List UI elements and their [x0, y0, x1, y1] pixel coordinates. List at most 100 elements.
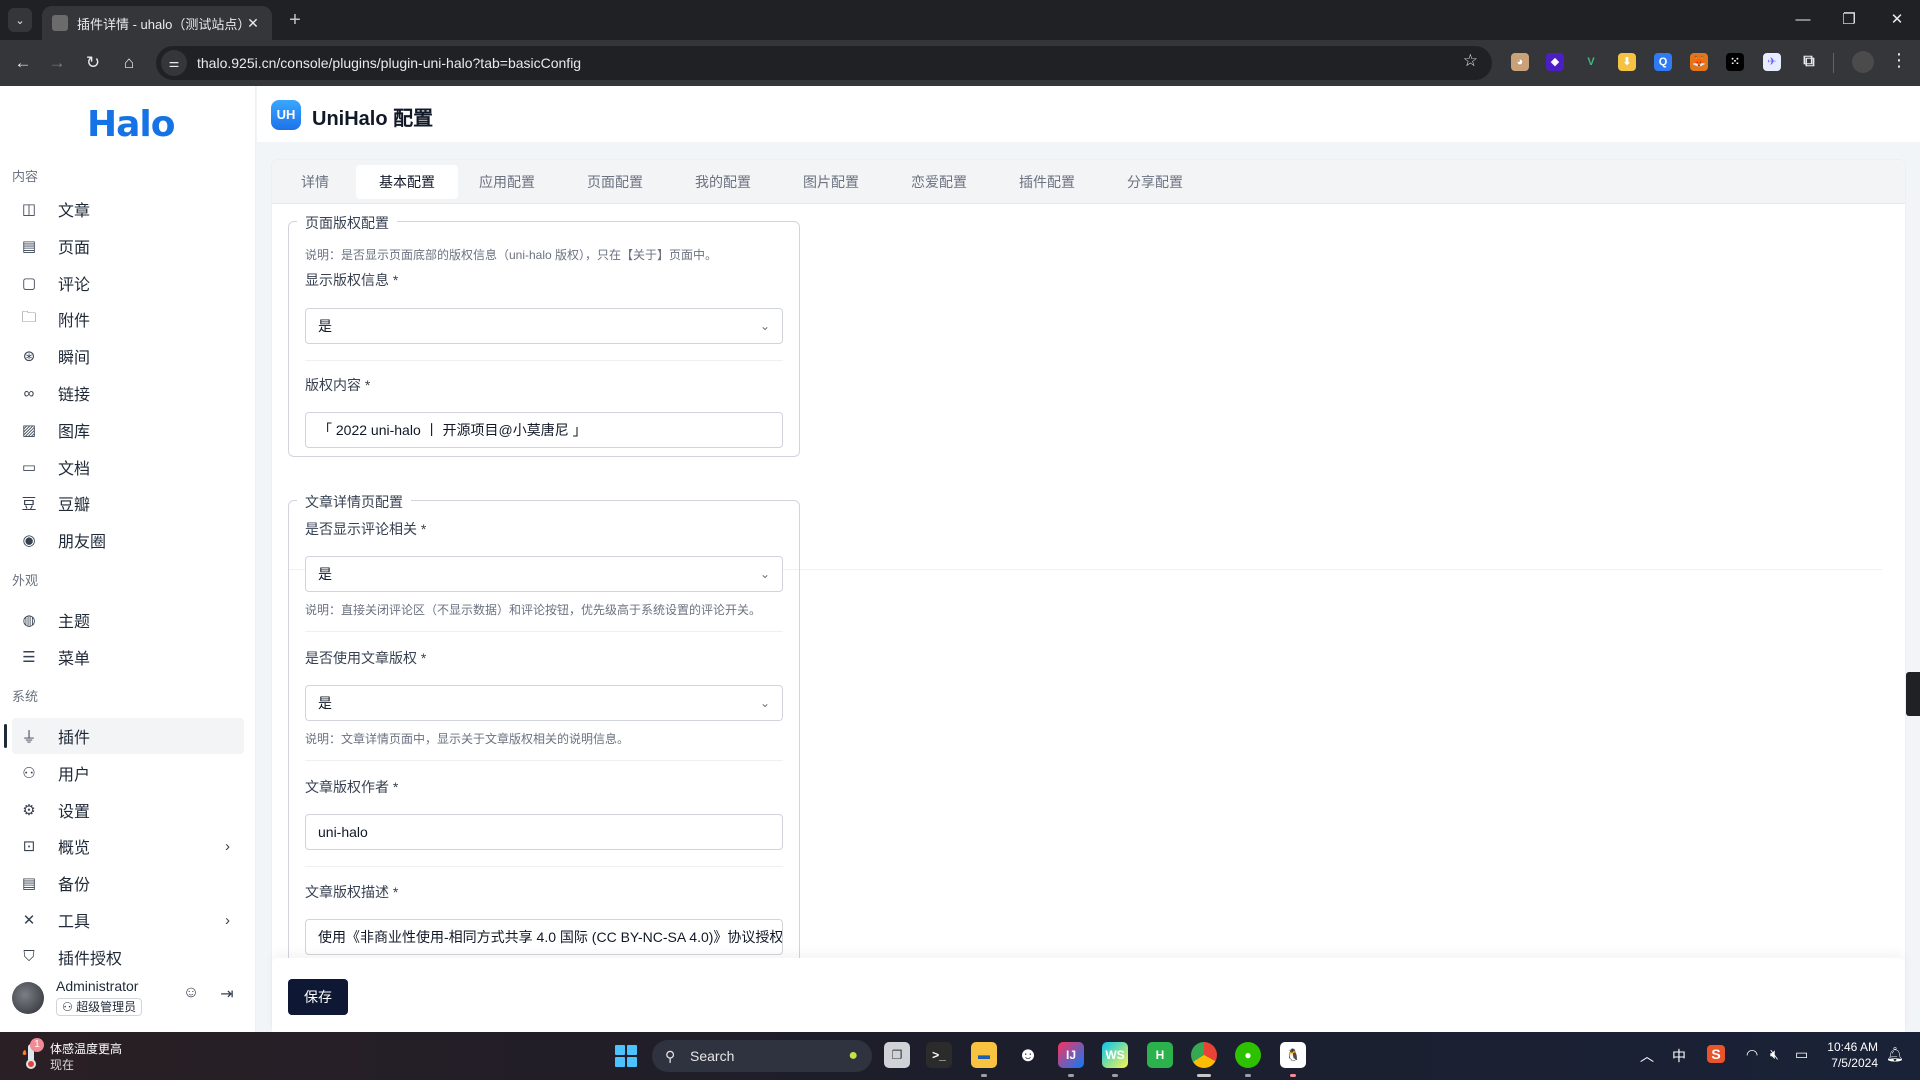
logout-button[interactable]: ⇥ — [216, 984, 238, 1006]
sidebar-item[interactable]: ◍ 主题 — [12, 602, 244, 638]
sidebar-item-label: 插件 — [58, 730, 91, 747]
sidebar-item[interactable]: 🗀 附件 — [12, 301, 244, 337]
settings-tab[interactable]: 基本配置 — [356, 165, 458, 199]
home-button[interactable]: ⌂ — [116, 50, 142, 76]
weather-widget[interactable]: 1 体感温度更高 现在 — [20, 1038, 130, 1074]
sogou-input-icon[interactable]: S — [1707, 1045, 1725, 1063]
reload-button[interactable]: ↻ — [80, 50, 106, 76]
ime-indicator[interactable]: 中 — [1672, 1046, 1686, 1066]
settings-tab[interactable]: 页面配置 — [566, 165, 664, 199]
sidebar-item-label: 图库 — [58, 423, 91, 441]
webstorm-icon[interactable]: WS — [1102, 1042, 1128, 1068]
intellij-icon[interactable]: IJ — [1058, 1042, 1084, 1068]
settings-tab[interactable]: 恋爱配置 — [890, 165, 988, 199]
settings-tab[interactable]: 分享配置 — [1106, 165, 1204, 199]
sidebar-item[interactable]: ▤ 备份 — [12, 865, 244, 901]
notification-bell-icon[interactable]: 🔔︎ — [1886, 1046, 1904, 1063]
sidebar-item[interactable]: ▢ 评论 — [12, 265, 244, 301]
site-settings-icon[interactable]: ⚌ — [161, 50, 187, 76]
copyright-author-input[interactable]: uni-halo — [305, 814, 783, 850]
extensions-puzzle-icon[interactable]: ⧉ — [1800, 53, 1818, 71]
sidebar-item[interactable]: ⊛ 瞬间 — [12, 338, 244, 374]
save-button[interactable]: 保存 — [288, 979, 348, 1015]
tab-search-button[interactable]: ⌄ — [8, 8, 32, 32]
restore-button[interactable]: ❐ — [1826, 8, 1872, 32]
sidebar-item[interactable]: ▤ 页面 — [12, 228, 244, 264]
settings-tab[interactable]: 我的配置 — [674, 165, 772, 199]
floating-side-widget[interactable] — [1906, 672, 1920, 716]
avatar-app-icon[interactable]: ☻ — [1015, 1042, 1041, 1068]
download-extension-icon[interactable]: ⬇ — [1618, 53, 1636, 71]
url-text[interactable]: thalo.925i.cn/console/plugins/plugin-uni… — [197, 55, 581, 71]
copyright-content-input[interactable]: 「 2022 uni-halo 丨 开源项目@小莫唐尼 」 — [305, 412, 783, 448]
sidebar-item-label: 插件授权 — [58, 950, 123, 968]
sidebar-item[interactable]: ⏚ 插件 — [12, 718, 244, 754]
wechat-icon[interactable]: ● — [1235, 1042, 1261, 1068]
show-comment-select[interactable]: 是 ⌄ — [305, 556, 783, 592]
terminal-icon[interactable]: >_ — [926, 1042, 952, 1068]
settings-tab[interactable]: 详情 — [284, 165, 346, 199]
dice-extension-icon[interactable]: ⁙ — [1726, 53, 1744, 71]
profile-avatar[interactable] — [1852, 51, 1874, 73]
clock-time: 10:46 AM — [1827, 1040, 1878, 1054]
sidebar-item-label: 工具 — [58, 914, 91, 931]
sidebar-item[interactable]: ⚙ 设置 — [12, 792, 244, 828]
reload-icon: ↻ — [85, 53, 101, 72]
layers-extension-icon[interactable]: ◆ — [1546, 53, 1564, 71]
use-article-copyright-select[interactable]: 是 ⌄ — [305, 685, 783, 721]
bird-extension-icon[interactable]: ✈ — [1763, 53, 1781, 71]
browser-tab-active[interactable]: 插件详情 - uhalo（测试站点） ✕ — [42, 6, 272, 40]
sidebar-item[interactable]: ∞ 链接 — [12, 375, 244, 411]
sidebar-item[interactable]: ☰ 菜单 — [12, 639, 244, 675]
sidebar-item[interactable]: ◫ 文章 — [12, 191, 244, 227]
settings-tab[interactable]: 应用配置 — [458, 165, 556, 199]
profile-button[interactable]: ☺ — [180, 984, 202, 1006]
back-button[interactable]: ← — [10, 50, 36, 76]
browser-tab-title: 插件详情 - uhalo（测试站点） — [77, 16, 244, 32]
running-indicator-active — [1197, 1074, 1211, 1077]
show-copyright-select[interactable]: 是 ⌄ — [305, 308, 783, 344]
sidebar-item[interactable]: ▨ 图库 — [12, 412, 244, 448]
address-bar[interactable]: ⚌ thalo.925i.cn/console/plugins/plugin-u… — [156, 46, 1492, 80]
settings-tab[interactable]: 图片配置 — [782, 165, 880, 199]
close-tab-icon[interactable]: ✕ — [244, 15, 262, 32]
qq-icon[interactable]: 🐧 — [1280, 1042, 1306, 1068]
search-label: Search — [690, 1048, 735, 1064]
vue-devtools-extension-icon[interactable]: V — [1582, 53, 1600, 71]
copyright-description-input[interactable]: 使用《非商业性使用-相同方式共享 4.0 国际 (CC BY-NC-SA 4.0… — [305, 919, 783, 955]
sidebar-item[interactable]: ✕ 工具 › — [12, 902, 244, 938]
task-view-icon[interactable]: ❐ — [884, 1042, 910, 1068]
taskbar-search[interactable]: ⚲ Search ● — [652, 1040, 872, 1072]
system-clock[interactable]: 10:46 AM 7/5/2024 — [1822, 1039, 1878, 1071]
new-tab-button[interactable]: + — [283, 9, 307, 33]
battery-icon[interactable]: ▭ — [1795, 1046, 1808, 1063]
book-icon: ◫ — [21, 201, 37, 218]
halo-console: Halo 内容 ◫ 文章 ▤ 页面 ▢ 评论 🗀 附件 ⊛ 瞬间 ∞ 链接 ▨ 图库 ▭ 文档豆 豆瓣 ◉ 朋友圈 外观… — [0, 86, 1920, 1032]
settings-tab[interactable]: 插件配置 — [998, 165, 1096, 199]
wifi-icon[interactable]: ◠ — [1746, 1046, 1758, 1063]
sidebar-item[interactable]: ⛉ 插件授权 — [12, 939, 244, 975]
avatar-extension-icon[interactable]: ◕ — [1511, 53, 1529, 71]
sidebar-item[interactable]: ⚇ 用户 — [12, 755, 244, 791]
minimize-button[interactable]: — — [1780, 8, 1826, 32]
chrome-icon[interactable] — [1191, 1042, 1217, 1068]
sidebar-item[interactable]: ⊡ 概览 › — [12, 828, 244, 864]
metamask-extension-icon[interactable]: 🦊 — [1690, 53, 1708, 71]
sidebar: Halo 内容 ◫ 文章 ▤ 页面 ▢ 评论 🗀 附件 ⊛ 瞬间 ∞ 链接 ▨ 图库 ▭ 文档豆 豆瓣 ◉ 朋友圈 外观… — [0, 86, 256, 1032]
avatar[interactable] — [12, 982, 44, 1014]
halo-logo[interactable]: Halo — [87, 104, 175, 145]
show-hidden-icons[interactable]: ︿ — [1640, 1046, 1654, 1066]
sidebar-item[interactable]: ◉ 朋友圈 — [12, 522, 244, 558]
bookmark-star-icon[interactable]: ☆ — [1463, 51, 1478, 71]
start-button[interactable] — [615, 1045, 637, 1067]
close-window-button[interactable]: ✕ — [1874, 8, 1920, 32]
forward-button[interactable]: → — [44, 50, 70, 76]
q-extension-icon[interactable]: Q — [1654, 53, 1672, 71]
select-value: 是 — [318, 695, 332, 711]
sidebar-item[interactable]: 豆 豆瓣 — [12, 485, 244, 521]
hbuilder-icon[interactable]: H — [1147, 1042, 1173, 1068]
volume-muted-icon[interactable]: 🔇︎ — [1770, 1046, 1779, 1063]
browser-menu-icon[interactable]: ⋮ — [1890, 50, 1908, 71]
sidebar-item[interactable]: ▭ 文档 — [12, 449, 244, 485]
file-explorer-icon[interactable]: ▬ — [971, 1042, 997, 1068]
